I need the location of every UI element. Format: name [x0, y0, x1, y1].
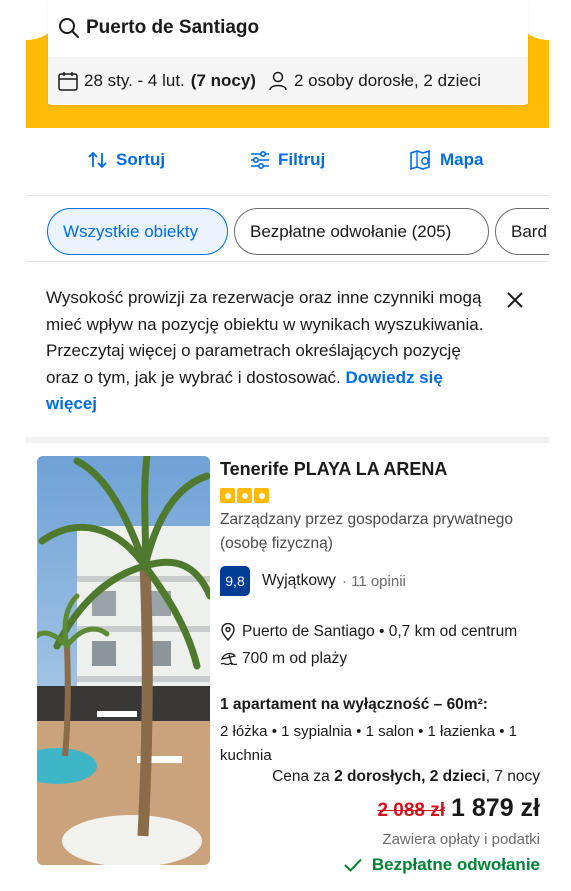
- map-button[interactable]: Mapa: [410, 150, 483, 170]
- destination-text: Puerto de Santiago: [86, 17, 260, 38]
- free-cancellation-label: Bezpłatne odwołanie: [371, 855, 540, 874]
- search-box: Puerto de Santiago 28 sty. - 4 lut. (7 n…: [48, 0, 528, 105]
- unit-description: 2 łóżka • 1 sypialnia • 1 salon • 1 łazi…: [220, 723, 518, 764]
- guests-text: 2 osoby dorosłe, 2 dzieci: [293, 70, 482, 90]
- calendar-icon: [58, 71, 78, 91]
- chip-all-properties[interactable]: Wszystkie obiekty: [47, 208, 228, 255]
- host-type: Zarządzany przez gospodarza prywatnego (…: [220, 511, 513, 552]
- beach-row: 700 m od plaży: [220, 650, 347, 668]
- review-score-row: 9,8 Wyjątkowy · 11 opinii: [220, 566, 406, 596]
- taxes-note: Zawiera opłaty i podatki: [382, 831, 540, 848]
- sort-filter-bar: Sortuj Filtruj Mapa: [26, 128, 549, 196]
- chip-free-cancellation[interactable]: Bezpłatne odwołanie (205): [234, 208, 489, 255]
- checkmark-icon: [344, 858, 362, 872]
- chip-label: Bezpłatne odwołanie (205): [250, 221, 452, 241]
- filter-chips: Wszystkie obiekty Bezpłatne odwołanie (2…: [26, 196, 549, 262]
- price-row: 2 088 zł 1 879 zł: [377, 794, 540, 823]
- current-price: 1 879 zł: [451, 794, 540, 822]
- rating-word: Wyjątkowy: [262, 572, 336, 589]
- chip-third[interactable]: Bard: [495, 208, 549, 255]
- star-icon: [254, 488, 269, 503]
- app: Puerto de Santiago 28 sty. - 4 lut. (7 n…: [26, 0, 549, 891]
- original-price: 2 088 zł: [377, 800, 446, 821]
- location-text: Puerto de Santiago • 0,7 km od centrum: [242, 623, 518, 640]
- dates-guests-field[interactable]: 28 sty. - 4 lut. (7 nocy) 2 osoby dorosł…: [48, 57, 528, 104]
- filter-label: Filtruj: [278, 150, 326, 169]
- ranking-notice: Wysokość prowizji za rezerwacje oraz inn…: [46, 285, 486, 418]
- search-icon: [59, 18, 79, 38]
- beach-icon: [220, 652, 238, 666]
- review-score-badge: 9,8: [220, 566, 250, 596]
- star-rating: [220, 488, 269, 503]
- filter-button[interactable]: Filtruj: [250, 150, 325, 170]
- free-cancellation: Bezpłatne odwołanie: [344, 855, 540, 875]
- property-card[interactable]: Tenerife PLAYA LA ARENA Zarządzany przez…: [26, 443, 549, 891]
- property-name[interactable]: Tenerife PLAYA LA ARENA: [220, 459, 447, 480]
- sort-label: Sortuj: [116, 150, 166, 169]
- sort-button[interactable]: Sortuj: [88, 150, 165, 170]
- unit-title: 1 apartament na wyłączność – 60m²:: [220, 696, 488, 713]
- beach-text: 700 m od plaży: [242, 650, 348, 667]
- chip-label: Wszystkie obiekty: [63, 221, 199, 241]
- star-icon: [220, 488, 235, 503]
- price-for: Cena za 2 dorosłych, 2 dzieci, 7 nocy: [272, 768, 540, 785]
- map-label: Mapa: [440, 150, 484, 169]
- map-icon: [410, 150, 430, 170]
- dates-text: 28 sty. - 4 lut.: [84, 70, 185, 90]
- search-header: Puerto de Santiago 28 sty. - 4 lut. (7 n…: [26, 0, 549, 128]
- star-icon: [237, 488, 252, 503]
- nights-text: (7 nocy): [190, 70, 256, 90]
- location-pin-icon: [221, 623, 235, 641]
- chip-label: Bard: [511, 221, 547, 241]
- review-count: · 11 opinii: [341, 572, 406, 590]
- close-icon[interactable]: [504, 289, 526, 311]
- property-photo[interactable]: [37, 456, 210, 865]
- filter-icon: [251, 151, 269, 169]
- location-row: Puerto de Santiago • 0,7 km od centrum: [220, 623, 517, 641]
- sort-icon: [88, 151, 107, 169]
- person-icon: [269, 71, 287, 90]
- destination-field[interactable]: Puerto de Santiago: [48, 0, 528, 56]
